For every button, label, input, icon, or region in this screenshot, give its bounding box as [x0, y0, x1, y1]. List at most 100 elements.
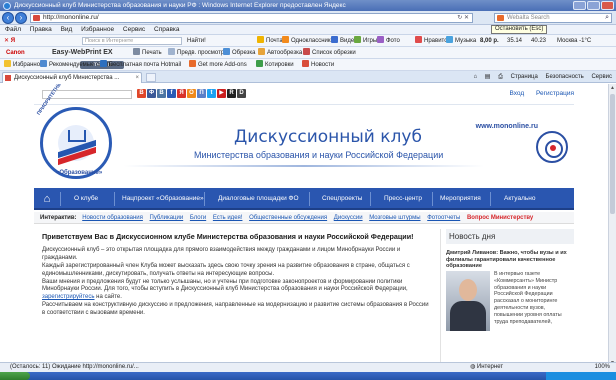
- favorites-star-button[interactable]: Избранное: [4, 59, 43, 70]
- news-headline-link[interactable]: Дмитрий Ливанов: Важно, чтобы вузы и их …: [446, 250, 574, 270]
- national-project-emblem[interactable]: [40, 107, 112, 179]
- easy-webprint-menu[interactable]: Easy-WebPrint EX: [52, 47, 113, 58]
- toolbar-balance[interactable]: 8,00 р.: [480, 35, 499, 46]
- news-photo[interactable]: [446, 271, 490, 331]
- start-button[interactable]: [0, 372, 30, 380]
- close-button[interactable]: [601, 1, 614, 10]
- yandex-search-input[interactable]: Поиск в Интернете: [82, 37, 182, 45]
- register-link[interactable]: Регистрация: [536, 90, 574, 97]
- page-menu[interactable]: Страница: [511, 74, 538, 80]
- nav-press-center[interactable]: Пресс-центр: [384, 188, 422, 210]
- link-idea[interactable]: Есть идея!: [213, 215, 243, 221]
- toolbar-photo[interactable]: Фото: [377, 35, 400, 46]
- yandex-logo[interactable]: ✕ Я: [4, 35, 15, 46]
- emblem-caption: «Образование»: [56, 170, 103, 176]
- zoom-level[interactable]: 100%: [595, 363, 610, 372]
- address-bar: ‹ › http://mononline.ru/ ↻ ✕ Webalta Sea…: [0, 11, 616, 25]
- toolbar-mail[interactable]: Почта: [257, 35, 283, 46]
- banner-divider: [124, 165, 484, 167]
- refresh-stop-icon[interactable]: ↻ ✕: [457, 14, 469, 22]
- back-arrow-icon[interactable]: ‹: [2, 12, 14, 24]
- odnoklassniki-social-icon[interactable]: О: [187, 89, 196, 98]
- tools-menu[interactable]: Сервис: [591, 74, 612, 80]
- facebook-icon[interactable]: Ф: [147, 89, 156, 98]
- search-icon[interactable]: ⌕: [605, 14, 609, 22]
- tab-bar: Дискуссионный клуб Министерства ... × ⌂ …: [0, 71, 616, 83]
- nav-national-project[interactable]: Нацпроект «Образование»: [122, 188, 204, 210]
- forward-arrow-icon[interactable]: ›: [15, 12, 27, 24]
- rss-icon[interactable]: R: [227, 89, 236, 98]
- youtube-icon[interactable]: ▶: [217, 89, 226, 98]
- nav-events[interactable]: Мероприятия: [440, 188, 481, 210]
- browser-search-input[interactable]: Webalta Search ⌕: [494, 13, 612, 23]
- toolbar-weather[interactable]: Москва -1°C: [557, 35, 591, 46]
- link-photo-reports[interactable]: Фотоотчеты: [427, 215, 460, 221]
- yandex-find-button[interactable]: Найти!: [187, 35, 206, 46]
- menu-file[interactable]: Файл: [5, 26, 21, 33]
- news-link[interactable]: Новости: [302, 59, 334, 70]
- nav-about[interactable]: О клубе: [74, 188, 98, 210]
- vk-icon[interactable]: В: [157, 89, 166, 98]
- link-brainstorms[interactable]: Мозговые штурмы: [369, 215, 420, 221]
- feeds-icon[interactable]: ▤: [485, 74, 491, 80]
- home-nav-icon[interactable]: ⌂: [40, 192, 54, 206]
- add-ons-link[interactable]: Get more Add-ons: [189, 59, 247, 70]
- link-public-discussions[interactable]: Общественные обсуждения: [249, 215, 327, 221]
- news-excerpt: В интервью газете «Коммерсантъ» Министр …: [494, 271, 562, 325]
- toolbar-usd[interactable]: 35.14: [507, 35, 522, 46]
- command-bar: ⌂ ▤ ⎙ Страница Безопасность Сервис: [468, 71, 613, 83]
- d-icon[interactable]: D: [237, 89, 246, 98]
- register-inline-link[interactable]: зарегистрируйтесь: [42, 294, 95, 300]
- url-input[interactable]: http://mononline.ru/ ↻ ✕: [30, 13, 473, 23]
- link-publications[interactable]: Публикации: [150, 215, 184, 221]
- toolbar-eur[interactable]: 40.23: [531, 35, 546, 46]
- link-blogs[interactable]: Блоги: [190, 215, 206, 221]
- menu-edit[interactable]: Правка: [30, 26, 52, 33]
- quotes-link[interactable]: Котировки: [256, 59, 294, 70]
- news-of-day-title: Новость дня: [446, 229, 574, 244]
- canon-toolbar: Canon Easy-WebPrint EX Печать Предв. про…: [0, 47, 616, 59]
- scroll-up-icon[interactable]: ▲: [609, 85, 616, 92]
- scroll-thumb[interactable]: [610, 94, 615, 214]
- safety-menu[interactable]: Безопасность: [546, 74, 584, 80]
- menu-tools[interactable]: Сервис: [123, 26, 145, 33]
- menu-help[interactable]: Справка: [154, 26, 180, 33]
- minimize-button[interactable]: [573, 1, 586, 10]
- link-ask-ministry[interactable]: Вопрос Министерству: [467, 215, 533, 221]
- nav-topical[interactable]: Актуально: [504, 188, 535, 210]
- nav-special-projects[interactable]: Спецпроекты: [322, 188, 362, 210]
- blog-icon[interactable]: B: [137, 89, 146, 98]
- print-icon[interactable]: ⎙: [498, 74, 503, 80]
- toolbar-odnoklassniki[interactable]: Одноклассники: [282, 35, 334, 46]
- nav-dialog-platforms[interactable]: Диалоговые площадки ФО: [218, 188, 299, 210]
- menu-favorites[interactable]: Избранное: [81, 26, 114, 33]
- window-controls: [573, 1, 614, 10]
- twitter-icon[interactable]: t: [207, 89, 216, 98]
- clip-button[interactable]: Обрезка: [223, 47, 256, 58]
- hotmail-link[interactable]: Бесплатная почта Hotmail: [100, 59, 181, 70]
- photo-icon: [377, 36, 384, 43]
- facebook-f-icon[interactable]: f: [167, 89, 176, 98]
- vertical-scrollbar[interactable]: ▲ ▼: [608, 84, 616, 368]
- print-preview-button[interactable]: Предв. просмотр: [168, 47, 224, 58]
- tab-favicon-icon: [5, 75, 11, 81]
- new-tab-button[interactable]: [146, 73, 156, 82]
- news-icon: [302, 60, 309, 67]
- auto-clip-button[interactable]: Автообрезка: [258, 47, 302, 58]
- toolbar-music[interactable]: Музыка: [446, 35, 476, 46]
- toolbar-games[interactable]: Игры: [354, 35, 377, 46]
- welcome-paragraph: Каждый зарегистрированный член Клуба мож…: [42, 263, 410, 277]
- login-link[interactable]: Вход: [509, 90, 524, 97]
- home-icon[interactable]: ⌂: [474, 74, 478, 80]
- print-button[interactable]: Печать: [133, 47, 162, 58]
- livejournal-icon[interactable]: П: [197, 89, 206, 98]
- link-education-news[interactable]: Новости образования: [82, 215, 143, 221]
- maximize-button[interactable]: [587, 1, 600, 10]
- yandex-icon[interactable]: Я: [177, 89, 186, 98]
- browser-search-placeholder: Webalta Search: [507, 15, 550, 21]
- tab-active[interactable]: Дискуссионный клуб Министерства ... ×: [2, 72, 142, 83]
- link-discussions[interactable]: Дискуссии: [334, 215, 363, 221]
- tab-close-icon[interactable]: ×: [135, 73, 139, 83]
- clip-list-button[interactable]: Список обрезки: [303, 47, 356, 58]
- menu-view[interactable]: Вид: [61, 26, 73, 33]
